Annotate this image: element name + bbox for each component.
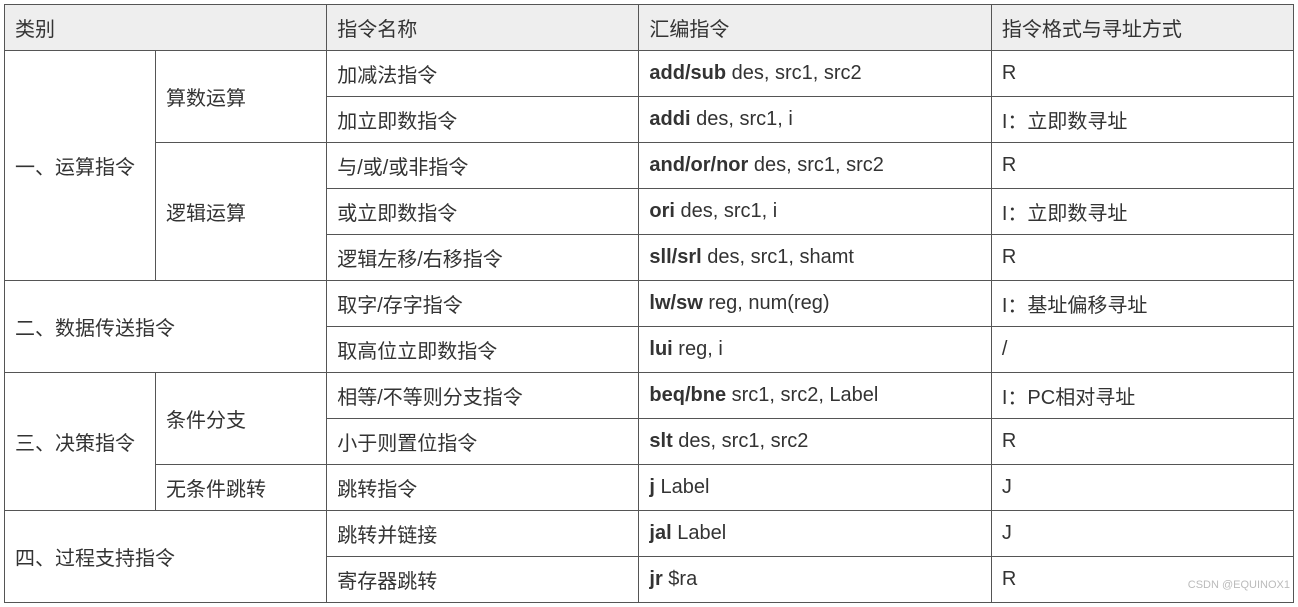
subcategory-cell: 算数运算 [156, 51, 327, 143]
category-cell: 一、运算指令 [5, 51, 156, 281]
format-cell: / [991, 327, 1293, 373]
table-header-row: 类别 指令名称 汇编指令 指令格式与寻址方式 [5, 5, 1294, 51]
asm-cell: beq/bne src1, src2, Label [639, 373, 991, 419]
format-cell: I：立即数寻址 [991, 189, 1293, 235]
table-row: 三、决策指令 条件分支 相等/不等则分支指令 beq/bne src1, src… [5, 373, 1294, 419]
asm-bold: sll/srl [649, 246, 701, 268]
name-cell: 取字/存字指令 [327, 281, 639, 327]
watermark-text: CSDN @EQUINOX1 [1188, 579, 1290, 591]
asm-bold: and/or/nor [649, 154, 748, 176]
category-cell: 二、数据传送指令 [5, 281, 327, 373]
asm-rest: des, src1, src2 [673, 430, 809, 452]
format-cell: J [991, 465, 1293, 511]
category-cell: 四、过程支持指令 [5, 511, 327, 603]
header-name: 指令名称 [327, 5, 639, 51]
asm-cell: j Label [639, 465, 991, 511]
asm-bold: beq/bne [649, 384, 726, 406]
name-cell: 相等/不等则分支指令 [327, 373, 639, 419]
asm-rest: src1, src2, Label [726, 384, 878, 406]
name-cell: 小于则置位指令 [327, 419, 639, 465]
header-format: 指令格式与寻址方式 [991, 5, 1293, 51]
table-row: 一、运算指令 算数运算 加减法指令 add/sub des, src1, src… [5, 51, 1294, 97]
asm-rest: des, src1, src2 [748, 154, 884, 176]
asm-rest: Label [672, 522, 727, 544]
header-category: 类别 [5, 5, 327, 51]
asm-rest: Label [655, 476, 710, 498]
name-cell: 跳转指令 [327, 465, 639, 511]
category-cell: 三、决策指令 [5, 373, 156, 511]
name-cell: 跳转并链接 [327, 511, 639, 557]
name-cell: 逻辑左移/右移指令 [327, 235, 639, 281]
asm-bold: add/sub [649, 62, 726, 84]
asm-bold: slt [649, 430, 672, 452]
format-cell: R [991, 235, 1293, 281]
asm-rest: des, src1, i [691, 108, 793, 130]
asm-bold: addi [649, 108, 690, 130]
format-cell: I：立即数寻址 [991, 97, 1293, 143]
header-asm: 汇编指令 [639, 5, 991, 51]
format-cell: I：PC相对寻址 [991, 373, 1293, 419]
asm-rest: des, src1, src2 [726, 62, 862, 84]
asm-cell: and/or/nor des, src1, src2 [639, 143, 991, 189]
name-cell: 与/或/或非指令 [327, 143, 639, 189]
table-row: 逻辑运算 与/或/或非指令 and/or/nor des, src1, src2… [5, 143, 1294, 189]
asm-bold: jr [649, 568, 662, 590]
asm-bold: lw/sw [649, 292, 702, 314]
asm-cell: lw/sw reg, num(reg) [639, 281, 991, 327]
asm-cell: jr $ra [639, 557, 991, 603]
instruction-table: 类别 指令名称 汇编指令 指令格式与寻址方式 一、运算指令 算数运算 加减法指令… [4, 4, 1294, 603]
format-cell: R [991, 143, 1293, 189]
name-cell: 取高位立即数指令 [327, 327, 639, 373]
asm-cell: slt des, src1, src2 [639, 419, 991, 465]
format-cell: R [991, 51, 1293, 97]
table-row: 四、过程支持指令 跳转并链接 jal Label J [5, 511, 1294, 557]
subcategory-cell: 条件分支 [156, 373, 327, 465]
asm-bold: ori [649, 200, 675, 222]
asm-cell: add/sub des, src1, src2 [639, 51, 991, 97]
asm-bold: lui [649, 338, 672, 360]
asm-cell: jal Label [639, 511, 991, 557]
table-row: 二、数据传送指令 取字/存字指令 lw/sw reg, num(reg) I：基… [5, 281, 1294, 327]
asm-cell: ori des, src1, i [639, 189, 991, 235]
asm-cell: sll/srl des, src1, shamt [639, 235, 991, 281]
name-cell: 加立即数指令 [327, 97, 639, 143]
table-row: 无条件跳转 跳转指令 j Label J [5, 465, 1294, 511]
subcategory-cell: 无条件跳转 [156, 465, 327, 511]
subcategory-cell: 逻辑运算 [156, 143, 327, 281]
asm-rest: des, src1, i [675, 200, 777, 222]
asm-cell: addi des, src1, i [639, 97, 991, 143]
name-cell: 寄存器跳转 [327, 557, 639, 603]
asm-cell: lui reg, i [639, 327, 991, 373]
asm-rest: reg, i [673, 338, 723, 360]
name-cell: 加减法指令 [327, 51, 639, 97]
format-cell: I：基址偏移寻址 [991, 281, 1293, 327]
asm-bold: jal [649, 522, 671, 544]
asm-rest: reg, num(reg) [703, 292, 830, 314]
format-cell: J [991, 511, 1293, 557]
format-cell: R [991, 419, 1293, 465]
name-cell: 或立即数指令 [327, 189, 639, 235]
asm-rest: $ra [663, 568, 697, 590]
asm-rest: des, src1, shamt [702, 246, 854, 268]
